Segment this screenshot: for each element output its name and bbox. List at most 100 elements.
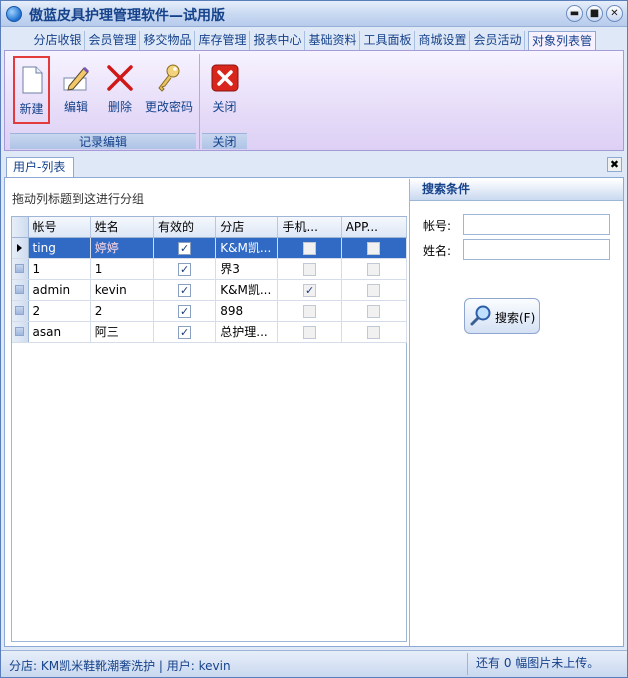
close-button[interactable]: 关闭 [204,56,245,124]
ribbon-separator [199,54,200,149]
account-search-input[interactable] [463,214,610,235]
user-grid: 帐号 姓名 有效的 分店 手机... APP... ting 婷婷 ✓ K&M凯...… [11,216,408,642]
tab-reports[interactable]: 报表中心 [251,31,305,50]
cell-mobile[interactable] [277,321,342,343]
cell-name[interactable]: 1 [90,258,155,280]
app-window: 傲蓝皮具护理管理软件—试用版 ▬ ■ ✕ 分店收银 会员管理 移交物品 库存管理… [0,0,628,678]
pencil-edit-icon [63,66,90,91]
cell-account[interactable]: 2 [28,300,91,322]
delete-x-icon [107,65,133,91]
table-row[interactable]: admin kevin ✓ K&M凯... ✓ [12,279,408,301]
magnifier-icon [470,305,491,326]
tab-inventory[interactable]: 库存管理 [196,31,250,50]
tab-member-activities[interactable]: 会员活动 [471,31,525,50]
cell-name[interactable]: 阿三 [90,321,155,343]
tab-basic-data[interactable]: 基础资料 [306,31,360,50]
cell-branch[interactable]: K&M凯... [215,279,279,301]
tab-object-list[interactable]: 对象列表管 [528,31,596,50]
cell-branch[interactable]: 898 [215,300,279,322]
cell-mobile[interactable] [277,300,342,322]
table-row[interactable]: asan 阿三 ✓ 总护理... [12,321,408,343]
new-button[interactable]: 新建 [13,56,50,124]
column-header-app[interactable]: APP... [341,217,408,238]
tab-branch-cashier[interactable]: 分店收银 [31,31,85,50]
checkbox[interactable] [367,283,381,297]
delete-button[interactable]: 删除 [100,56,140,124]
cell-valid[interactable]: ✓ [153,237,217,259]
group-label-record-edit: 记录编辑 [10,133,196,149]
cell-account[interactable]: ting [28,237,91,259]
cell-mobile[interactable] [277,258,342,280]
search-panel-title: 搜索条件 [410,179,623,201]
checkbox[interactable] [303,241,317,255]
cell-app[interactable] [341,321,408,343]
checkbox[interactable]: ✓ [178,283,192,297]
close-red-icon [211,64,238,92]
tab-transfer-items[interactable]: 移交物品 [141,31,195,50]
cell-name[interactable]: 婷婷 [90,237,155,259]
cell-account[interactable]: asan [28,321,91,343]
checkbox[interactable] [367,325,381,339]
checkbox[interactable]: ✓ [178,325,192,339]
change-password-label: 更改密码 [144,100,193,114]
cell-app[interactable] [341,258,408,280]
cell-name[interactable]: 2 [90,300,155,322]
cell-valid[interactable]: ✓ [153,258,217,280]
name-search-input[interactable] [463,239,610,260]
minimize-button[interactable]: ▬ [566,5,583,22]
table-row[interactable]: 1 1 ✓ 界3 [12,258,408,280]
tab-member-management[interactable]: 会员管理 [86,31,140,50]
ribbon-group-close: 关闭 关闭 [202,54,247,149]
search-button[interactable]: 搜索(F) [464,298,540,334]
tab-tool-panel[interactable]: 工具面板 [361,31,415,50]
checkbox[interactable] [367,241,381,255]
close-button-label: 关闭 [212,100,237,114]
tab-mall-settings[interactable]: 商城设置 [416,31,470,50]
cell-branch[interactable]: 界3 [215,258,279,280]
header-indicator [12,217,29,238]
checkbox[interactable] [303,262,317,276]
cell-valid[interactable]: ✓ [153,321,217,343]
column-header-branch[interactable]: 分店 [215,217,279,238]
close-window-button[interactable]: ✕ [606,5,623,22]
column-header-name[interactable]: 姓名 [90,217,155,238]
checkbox[interactable]: ✓ [303,283,317,297]
cell-app[interactable] [341,279,408,301]
maximize-button[interactable]: ■ [586,5,603,22]
cell-valid[interactable]: ✓ [153,279,217,301]
cell-name[interactable]: kevin [90,279,155,301]
checkbox[interactable]: ✓ [178,262,192,276]
checkbox[interactable] [367,262,381,276]
cell-app[interactable] [341,237,408,259]
title-bar[interactable]: 傲蓝皮具护理管理软件—试用版 ▬ ■ ✕ [1,1,627,27]
cell-branch[interactable]: 总护理... [215,321,279,343]
table-row[interactable]: 2 2 ✓ 898 [12,300,408,322]
new-button-label: 新建 [19,102,44,116]
edit-button[interactable]: 编辑 [56,56,96,124]
column-header-account[interactable]: 帐号 [28,217,91,238]
tab-user-list[interactable]: 用户-列表 [6,157,74,177]
cell-mobile[interactable] [277,237,342,259]
checkbox[interactable] [367,304,381,318]
column-header-mobile[interactable]: 手机... [277,217,342,238]
checkbox[interactable]: ✓ [178,304,192,318]
row-indicator [12,237,29,259]
window-title: 傲蓝皮具护理管理软件—试用版 [29,8,225,24]
status-upload-pending: 还有 0 幅图片未上传。 [467,653,623,675]
checkbox[interactable]: ✓ [178,241,192,255]
cell-app[interactable] [341,300,408,322]
checkbox[interactable] [303,325,317,339]
delete-button-label: 删除 [107,100,132,114]
cell-account[interactable]: 1 [28,258,91,280]
cell-valid[interactable]: ✓ [153,300,217,322]
cell-account[interactable]: admin [28,279,91,301]
cell-mobile[interactable]: ✓ [277,279,342,301]
cell-branch[interactable]: K&M凯... [215,237,279,259]
keys-icon [158,64,180,92]
column-header-valid[interactable]: 有效的 [153,217,217,238]
checkbox[interactable] [303,304,317,318]
close-panel-icon[interactable]: ✖ [607,157,622,172]
edit-button-label: 编辑 [63,100,88,114]
change-password-button[interactable]: 更改密码 [142,56,196,124]
table-row[interactable]: ting 婷婷 ✓ K&M凯... [12,237,408,259]
